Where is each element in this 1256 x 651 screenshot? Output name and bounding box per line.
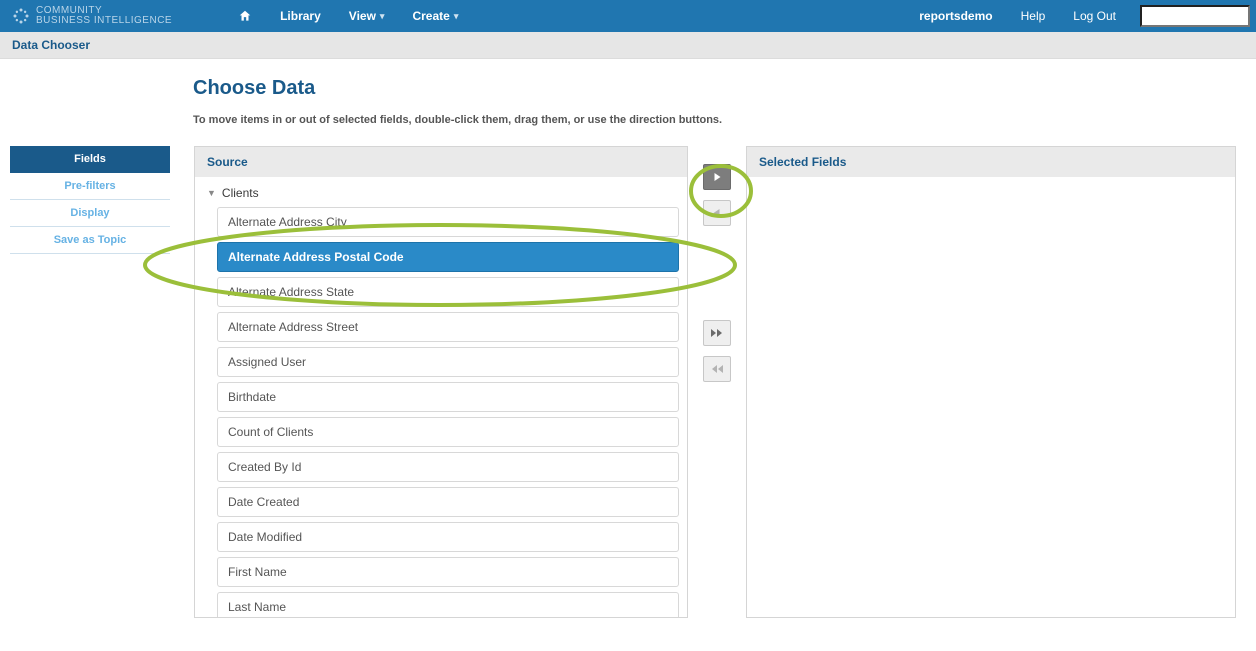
nav-help[interactable]: Help bbox=[1007, 0, 1060, 32]
step-display-label: Display bbox=[70, 207, 109, 219]
nav-user-label: reportsdemo bbox=[919, 9, 992, 23]
source-field-item[interactable]: Assigned User bbox=[217, 347, 679, 377]
source-field-list: Alternate Address City Alternate Address … bbox=[217, 207, 679, 617]
home-icon bbox=[238, 9, 252, 23]
selected-panel-header: Selected Fields bbox=[747, 147, 1235, 177]
transfer-buttons bbox=[688, 146, 746, 618]
search-input[interactable] bbox=[1140, 5, 1250, 27]
wizard-steps: Fields Pre-filters Display Save as Topic bbox=[10, 146, 170, 254]
source-field-item[interactable]: Last Name bbox=[217, 592, 679, 617]
remove-all-button[interactable] bbox=[703, 356, 731, 382]
dual-list: Source ▼ Clients Alternate Address CityA… bbox=[194, 146, 1236, 618]
source-field-item[interactable]: Alternate Address Postal Code bbox=[217, 242, 679, 272]
step-prefilters-label: Pre-filters bbox=[64, 180, 115, 192]
source-panel-title: Source bbox=[207, 155, 248, 169]
nav-library-label: Library bbox=[280, 9, 321, 23]
triangle-right-icon bbox=[711, 171, 723, 183]
step-fields[interactable]: Fields bbox=[10, 146, 170, 173]
nav-library[interactable]: Library bbox=[266, 0, 335, 32]
nav-view-label: View bbox=[349, 9, 376, 23]
source-field-item[interactable]: First Name bbox=[217, 557, 679, 587]
primary-nav: Library View ▾ Create ▾ bbox=[224, 0, 472, 32]
step-fields-label: Fields bbox=[74, 153, 106, 165]
source-field-item[interactable]: Created By Id bbox=[217, 452, 679, 482]
brand-logo: COMMUNITY BUSINESS INTELLIGENCE bbox=[0, 6, 184, 26]
nav-help-label: Help bbox=[1021, 9, 1046, 23]
main-content: Choose Data To move items in or out of s… bbox=[0, 59, 1256, 618]
remove-button[interactable] bbox=[703, 200, 731, 226]
nav-user[interactable]: reportsdemo bbox=[905, 0, 1006, 32]
chooser-layout: Fields Pre-filters Display Save as Topic… bbox=[0, 146, 1256, 618]
source-field-item[interactable]: Date Created bbox=[217, 487, 679, 517]
source-field-item[interactable]: Alternate Address City bbox=[217, 207, 679, 237]
triangle-left-icon bbox=[711, 207, 723, 219]
source-field-item[interactable]: Count of Clients bbox=[217, 417, 679, 447]
top-nav: COMMUNITY BUSINESS INTELLIGENCE Library … bbox=[0, 0, 1256, 32]
nav-view[interactable]: View ▾ bbox=[335, 0, 399, 32]
double-triangle-left-icon bbox=[710, 363, 724, 375]
top-nav-right: reportsdemo Help Log Out bbox=[905, 0, 1256, 32]
nav-home[interactable] bbox=[224, 0, 266, 32]
step-save-topic[interactable]: Save as Topic bbox=[10, 227, 170, 254]
nav-logout-label: Log Out bbox=[1073, 9, 1116, 23]
add-all-button[interactable] bbox=[703, 320, 731, 346]
add-button[interactable] bbox=[703, 164, 731, 190]
sub-toolbar: Data Chooser bbox=[0, 32, 1256, 59]
source-panel: Source ▼ Clients Alternate Address CityA… bbox=[194, 146, 688, 618]
caret-down-icon: ▾ bbox=[454, 11, 459, 22]
source-panel-body: ▼ Clients Alternate Address CityAlternat… bbox=[195, 177, 687, 617]
step-prefilters[interactable]: Pre-filters bbox=[10, 173, 170, 200]
tree-node-clients[interactable]: ▼ Clients bbox=[203, 183, 679, 203]
subbar-title: Data Chooser bbox=[12, 38, 90, 52]
tree-node-label: Clients bbox=[222, 186, 259, 200]
nav-create-label: Create bbox=[412, 9, 449, 23]
selected-panel-body bbox=[747, 177, 1235, 617]
source-field-item[interactable]: Birthdate bbox=[217, 382, 679, 412]
logo-icon bbox=[12, 7, 30, 25]
triangle-down-icon: ▼ bbox=[207, 188, 216, 198]
source-field-item[interactable]: Alternate Address Street bbox=[217, 312, 679, 342]
source-field-item[interactable]: Date Modified bbox=[217, 522, 679, 552]
step-save-topic-label: Save as Topic bbox=[54, 234, 127, 246]
page-title: Choose Data bbox=[193, 77, 1256, 100]
source-panel-header: Source bbox=[195, 147, 687, 177]
double-triangle-right-icon bbox=[710, 327, 724, 339]
selected-panel-title: Selected Fields bbox=[759, 155, 846, 169]
source-tree: ▼ Clients Alternate Address CityAlternat… bbox=[203, 183, 679, 617]
brand-line2: BUSINESS INTELLIGENCE bbox=[36, 16, 172, 26]
nav-create[interactable]: Create ▾ bbox=[398, 0, 472, 32]
page-instruction: To move items in or out of selected fiel… bbox=[193, 114, 1256, 126]
selected-panel: Selected Fields bbox=[746, 146, 1236, 618]
step-display[interactable]: Display bbox=[10, 200, 170, 227]
caret-down-icon: ▾ bbox=[380, 11, 385, 22]
nav-logout[interactable]: Log Out bbox=[1059, 0, 1130, 32]
source-field-item[interactable]: Alternate Address State bbox=[217, 277, 679, 307]
